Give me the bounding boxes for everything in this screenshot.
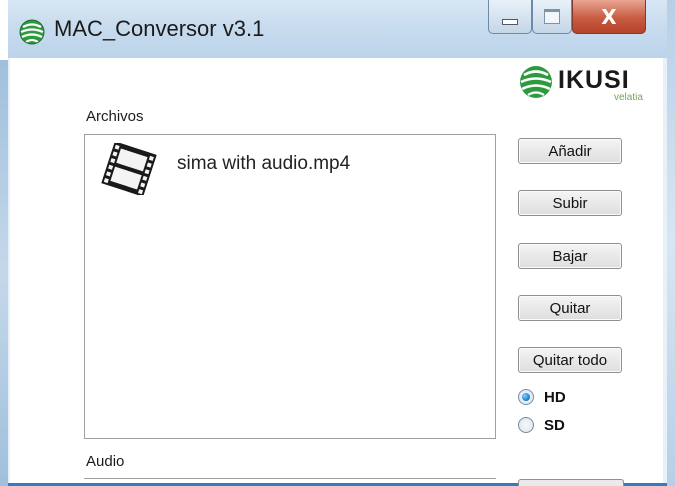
remove-button[interactable]: Quitar [518, 295, 622, 321]
window-title: MAC_Conversor v3.1 [54, 16, 265, 41]
ikusi-globe-icon [520, 66, 552, 98]
background-strip-right [667, 0, 675, 486]
radio-selected-dot [522, 393, 530, 401]
radio-sd-circle[interactable] [518, 417, 534, 433]
down-button[interactable]: Bajar [518, 243, 622, 269]
minimize-button[interactable] [488, 0, 532, 34]
radio-hd[interactable]: HD [518, 386, 566, 408]
radio-sd[interactable]: SD [518, 414, 565, 436]
background-strip-left [0, 60, 8, 486]
files-label: Archivos [86, 108, 144, 125]
minimize-icon [502, 18, 518, 25]
list-item[interactable]: sima with audio.mp4 [97, 143, 477, 195]
maximize-button[interactable] [532, 0, 572, 34]
close-icon: X [601, 4, 617, 29]
title-bar[interactable]: MAC_Conversor v3.1 X [8, 0, 667, 58]
radio-hd-circle[interactable] [518, 389, 534, 405]
up-button[interactable]: Subir [518, 190, 622, 216]
audio-button[interactable] [518, 479, 624, 486]
maximize-icon [544, 9, 560, 24]
logo-subtitle: velatia [614, 92, 643, 103]
app-window: MAC_Conversor v3.1 X IKUSI velatia Archi… [8, 0, 667, 486]
file-list[interactable]: sima with audio.mp4 [84, 134, 496, 439]
radio-sd-label: SD [544, 416, 565, 434]
audio-list[interactable] [84, 478, 496, 485]
client-area: IKUSI velatia Archivos sima with audio.m… [10, 58, 663, 486]
radio-hd-label: HD [544, 388, 566, 406]
window-controls: X [488, 0, 658, 38]
close-button[interactable]: X [572, 0, 646, 34]
add-button[interactable]: Añadir [518, 138, 622, 164]
screenshot-frame: MAC_Conversor v3.1 X IKUSI velatia Archi… [0, 0, 675, 486]
ikusi-logo: IKUSI velatia [514, 62, 659, 103]
logo-wordmark: IKUSI [558, 66, 630, 94]
film-icon [101, 143, 157, 195]
audio-label: Audio [86, 453, 125, 470]
file-name: sima with audio.mp4 [177, 153, 351, 174]
remove-all-button[interactable]: Quitar todo [518, 347, 622, 373]
app-globe-icon [19, 19, 45, 45]
